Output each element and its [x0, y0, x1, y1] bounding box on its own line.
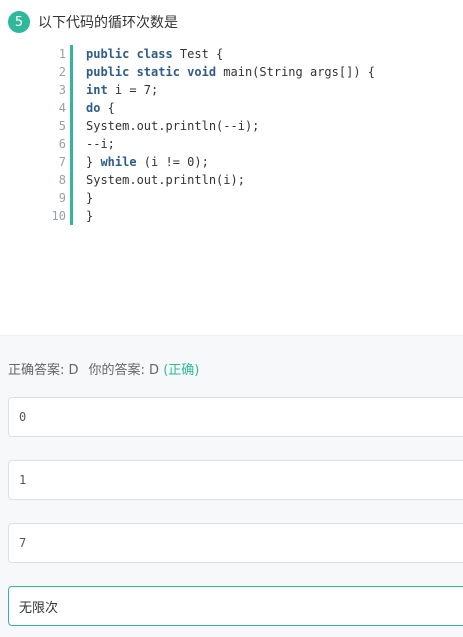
code-line: 2 public static void main(String args[]) … [46, 63, 446, 81]
code-token: --i; [86, 137, 115, 151]
code-keyword: while [100, 155, 137, 169]
line-number: 9 [58, 191, 66, 205]
line-number: 6 [58, 137, 66, 151]
code-text: System.out.println(--i); [73, 117, 259, 135]
your-answer-label: 你的答案: D [88, 363, 160, 378]
code-line: 7} while (i != 0); [46, 153, 446, 171]
code-token: { [100, 101, 115, 115]
answer-panel: 正确答案: D 你的答案: D (正确) 0 1 7 无限次 [0, 335, 463, 637]
code-token: } [86, 155, 101, 169]
code-text: System.out.println(i); [73, 171, 245, 189]
code-keyword: int [86, 83, 108, 97]
code-token: Test { [172, 47, 224, 61]
code-line: 8 System.out.println(i); [46, 171, 446, 189]
option-a[interactable]: 0 [8, 397, 463, 437]
answer-status: (正确) [163, 363, 200, 378]
line-number: 7 [58, 155, 66, 169]
code-token: System.out.println(i); [86, 173, 245, 187]
code-text: --i; [73, 135, 115, 153]
code-token: i = 7; [107, 83, 159, 97]
code-line: 1 public class Test { [46, 45, 446, 63]
option-b-text: 1 [19, 473, 27, 487]
option-d[interactable]: 无限次 [8, 586, 463, 626]
code-token: main(String args[]) { [216, 65, 375, 79]
line-number: 10 [51, 209, 66, 223]
code-text: public class Test { [73, 45, 223, 63]
code-line: 5 System.out.println(--i); [46, 117, 446, 135]
option-b[interactable]: 1 [8, 460, 463, 500]
question-header: 5 以下代码的循环次数是 [8, 11, 178, 33]
code-line: 3 int i = 7; [46, 81, 446, 99]
line-number: 5 [58, 119, 66, 133]
question-title: 以下代码的循环次数是 [38, 15, 178, 31]
code-token: (i != 0); [136, 155, 209, 169]
code-line: 4 do { [46, 99, 446, 117]
option-c-text: 7 [19, 536, 27, 550]
correct-answer-label: 正确答案: D [8, 363, 79, 378]
code-text: } while (i != 0); [73, 153, 209, 171]
code-text: int i = 7; [73, 81, 158, 99]
question-number-badge: 5 [8, 11, 30, 33]
code-text: } [73, 207, 93, 225]
code-text: do { [73, 99, 115, 117]
code-keyword: do [86, 101, 101, 115]
code-keyword: public class [86, 47, 173, 61]
line-number: 4 [58, 101, 66, 115]
line-number: 3 [58, 83, 66, 97]
code-token: } [86, 209, 94, 223]
code-text: } [73, 189, 93, 207]
code-line: 6 --i; [46, 135, 446, 153]
code-line: 10} [46, 207, 446, 225]
option-d-text: 无限次 [19, 600, 59, 616]
option-a-text: 0 [19, 410, 27, 424]
line-number: 2 [58, 65, 66, 79]
code-block: 1 public class Test { 2 public static void … [46, 45, 446, 225]
question-page: 5 以下代码的循环次数是 1 public class Test { 2 public… [0, 0, 463, 637]
code-line: 9} [46, 189, 446, 207]
line-number: 8 [58, 173, 66, 187]
answer-summary: 正确答案: D 你的答案: D (正确) [8, 359, 199, 378]
code-keyword: public static void [86, 65, 217, 79]
line-number: 1 [58, 47, 66, 61]
code-token: System.out.println(--i); [86, 119, 260, 133]
code-token: } [86, 191, 94, 205]
code-text: public static void main(String args[]) { [73, 63, 375, 81]
option-c[interactable]: 7 [8, 523, 463, 563]
